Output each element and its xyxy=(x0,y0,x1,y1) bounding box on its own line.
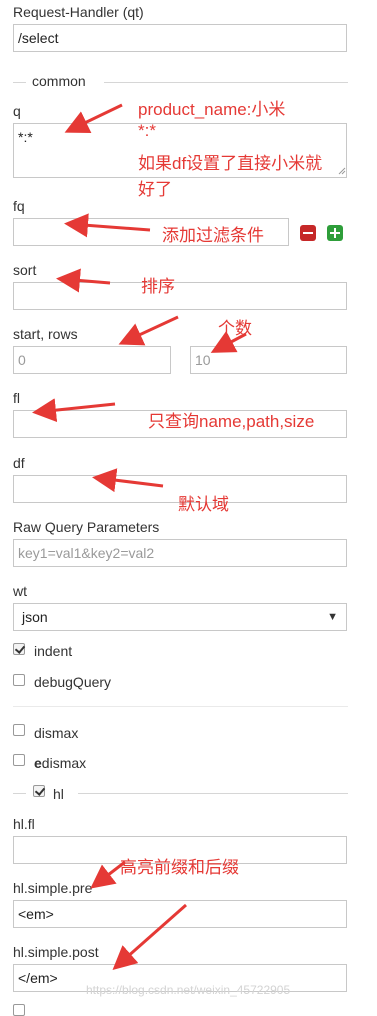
arrow-q xyxy=(64,103,123,134)
arrow-fq xyxy=(64,213,151,238)
annotation-hl-pre: 高亮前缀和后缀 xyxy=(120,858,239,877)
annotation-fq: 添加过滤条件 xyxy=(162,226,264,245)
arrow-hl-post xyxy=(112,903,187,970)
annotation-rows: 个数 xyxy=(218,319,252,338)
arrow-start xyxy=(118,315,179,346)
arrow-fl xyxy=(32,398,116,423)
annotation-q-line3: 如果df设置了直接小米就 xyxy=(138,154,323,173)
annotation-q-line4: 好了 xyxy=(138,180,172,199)
arrow-df xyxy=(92,468,164,493)
annotation-q-line1: product_name:小米 xyxy=(138,100,286,119)
annotation-df: 默认域 xyxy=(178,495,229,514)
annotation-q-line2: *:* xyxy=(138,121,156,140)
annotation-sort: 排序 xyxy=(141,277,175,296)
arrow-sort xyxy=(56,268,111,293)
annotation-fl: 只查询name,path,size xyxy=(148,412,315,431)
